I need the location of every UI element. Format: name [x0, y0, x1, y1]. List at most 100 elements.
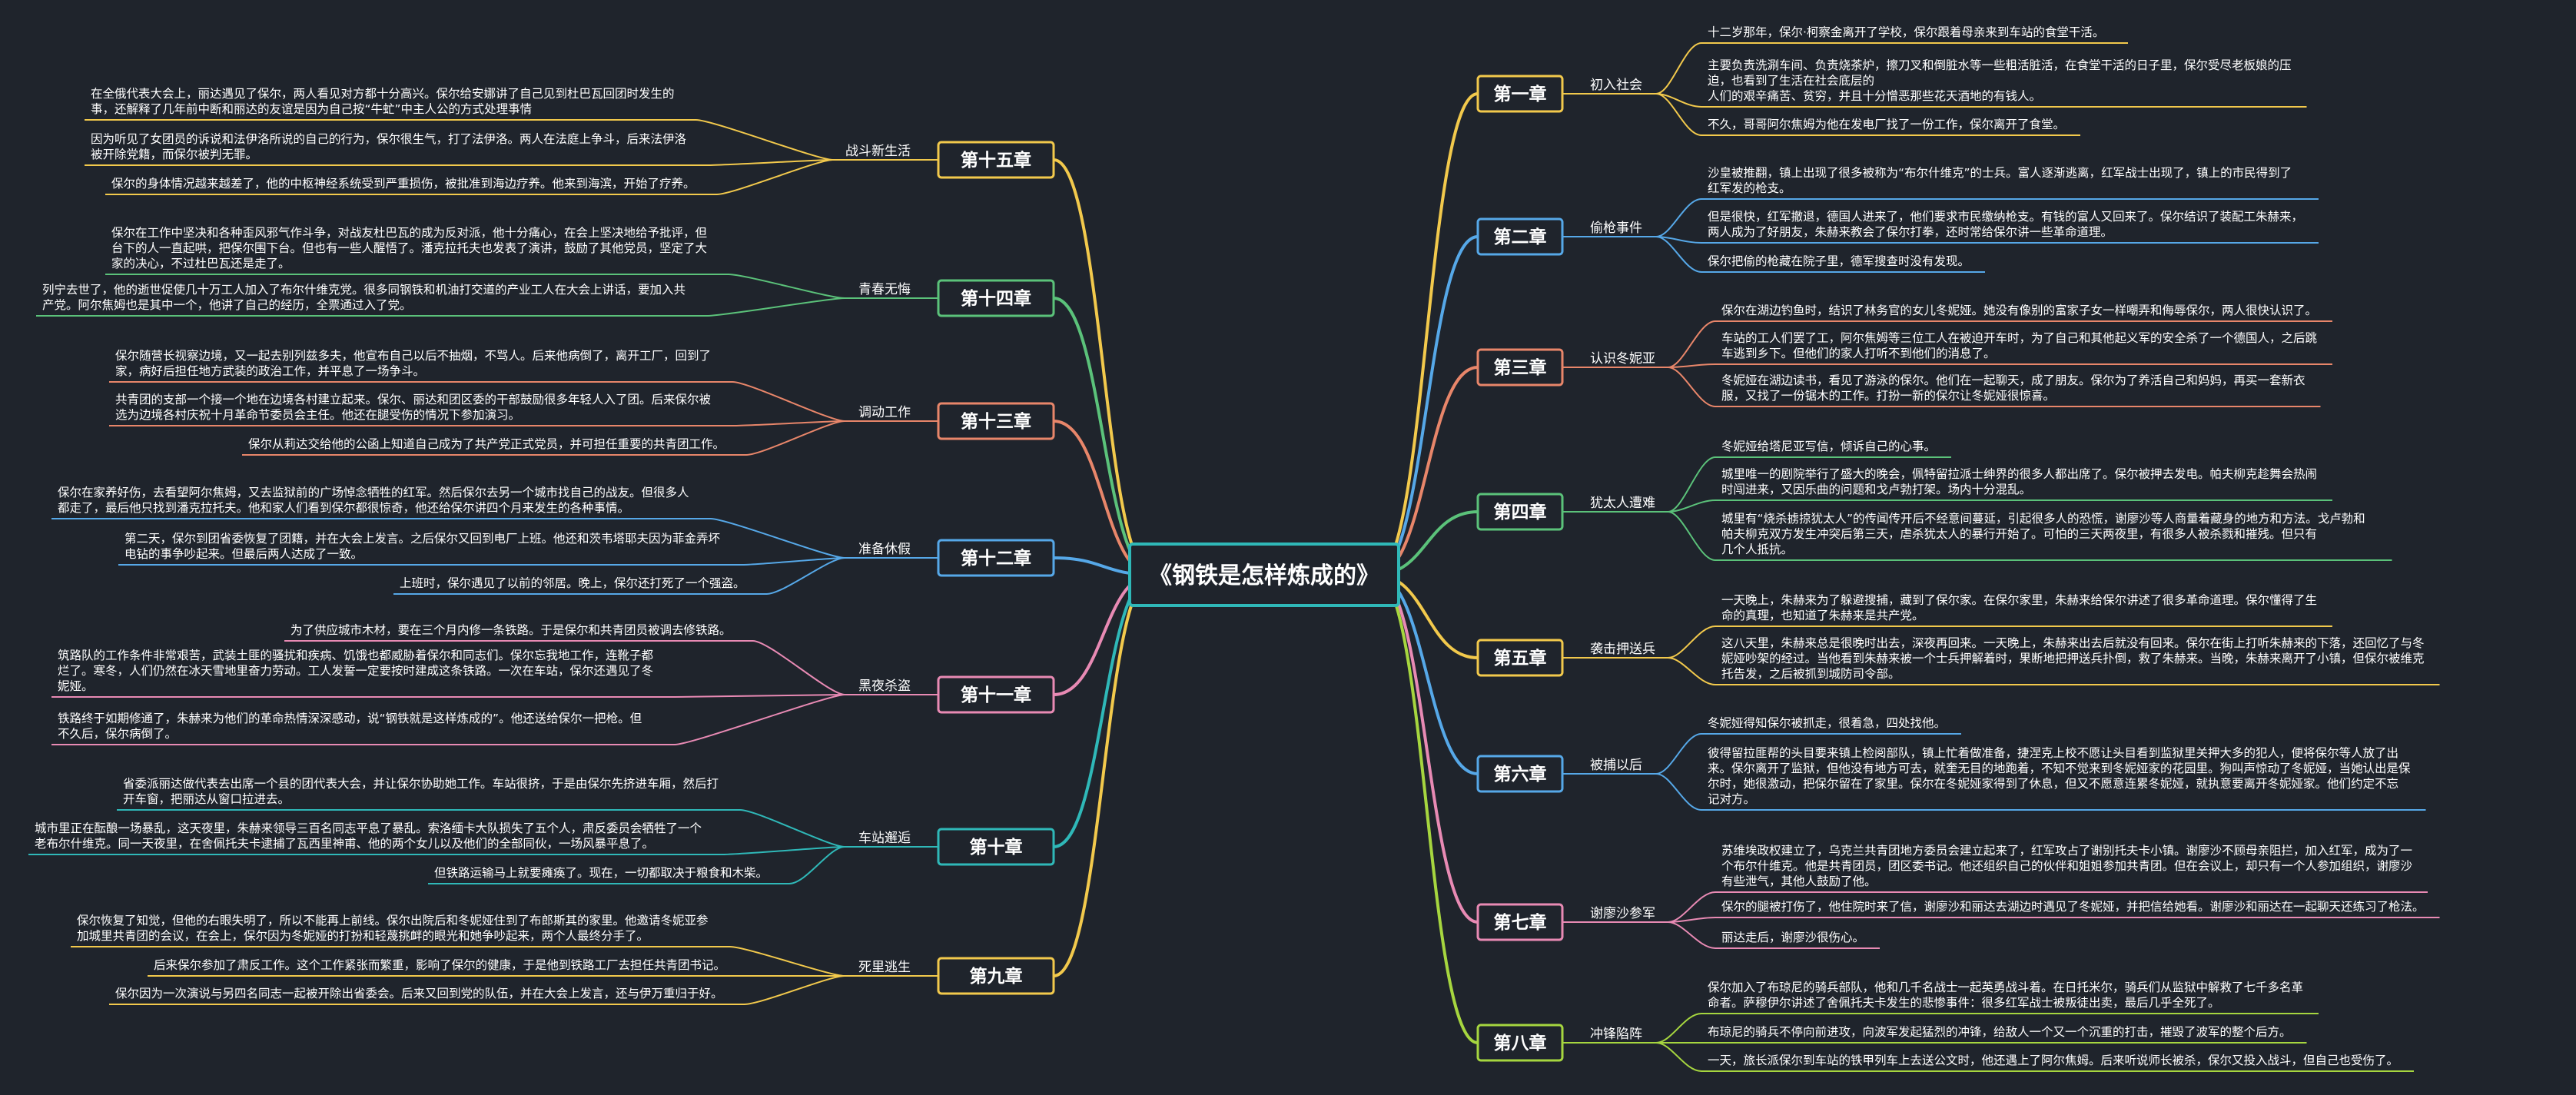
chapter-9-leaf-1[interactable]: 在全俄代表大会上，丽达遇见了保尔，两人看见对方都十分高兴。保尔给安娜讲了自己见到…	[91, 87, 675, 116]
chapter-3-leaf-2[interactable]: 车站的工人们罢了工，阿尔焦姆等三位工人在被迫开车时，为了自己和其他起义军的安全杀…	[1721, 331, 2318, 360]
chapter-1-leaf-2-line: 主要负责洗涮车间、负责烧茶炉，擦刀叉和倒脏水等一些粗活脏活，在食堂干活的日子里，…	[1708, 58, 2292, 72]
chapter-14-subtopic[interactable]: 车站邂逅	[858, 831, 911, 846]
chapter-3-leaf-1[interactable]: 保尔在湖边钓鱼时，结识了林务官的女儿冬妮娅。她没有像别的富家子女一样嘲弄和侮辱保…	[1721, 303, 2317, 317]
chapter-3-leaf-1-line: 保尔在湖边钓鱼时，结识了林务官的女儿冬妮娅。她没有像别的富家子女一样嘲弄和侮辱保…	[1721, 303, 2317, 317]
chapter-14-leaf-2[interactable]: 城市里正在酝酿一场暴乱，这天夜里，朱赫来领导三百名同志平息了暴乱。索洛缅卡大队损…	[35, 821, 702, 851]
chapter-4-leaf-3[interactable]: 城里有“烧杀掳掠犹太人”的传闻传开后不经意间蔓延，引起很多人的恐慌，谢廖沙等人商…	[1721, 511, 2365, 556]
chapter-2-leaf-1[interactable]: 沙皇被推翻，镇上出现了很多被称为“布尔什维克”的士兵。富人逐渐逃离，红军战士出现…	[1708, 166, 2292, 195]
chapter-1-leaf-1[interactable]: 十二岁那年，保尔·柯察金离开了学校，保尔跟着母亲来到车站的食堂干活。	[1708, 25, 2104, 39]
chapter-3-leaf-2-line: 车逃到乡下。但他们的家人打听不到他们的消息了。	[1721, 347, 1996, 360]
chapter-5-leaf-1-line: 一天晚上，朱赫来为了躲避搜捕，藏到了保尔家。在保尔家里，朱赫来给保尔讲述了很多革…	[1721, 593, 2317, 607]
chapter-5-leaf-2-line: 托告发，之后被抓到城防司令部。	[1721, 667, 1900, 681]
chapter-14-leaf-connector	[788, 846, 845, 884]
chapter-15-leaf-3[interactable]: 保尔因为一次演说与另四名同志一起被开除出省委会。后来又回到党的队伍，并在大会上发…	[115, 987, 723, 1000]
chapter-15-leaf-2[interactable]: 后来保尔参加了肃反工作。这个工作紧张而繁重，影响了保尔的健康，于是他到铁路工厂去…	[154, 957, 725, 972]
chapter-9-subtopic[interactable]: 战斗新生活	[845, 144, 911, 159]
chapter-7-leaf-3-line: 丽达走后，谢廖沙很伤心。	[1721, 930, 1864, 944]
chapter-8-leaf-1[interactable]: 保尔加入了布琼尼的骑兵部队，他和几千名战士一起英勇战斗着。在日托米尔，骑兵们从监…	[1708, 981, 2303, 1010]
chapter-5-leaf-1[interactable]: 一天晚上，朱赫来为了躲避搜捕，藏到了保尔家。在保尔家里，朱赫来给保尔讲述了很多革…	[1721, 593, 2317, 622]
chapter-6-leaf-1[interactable]: 冬妮娅得知保尔被抓走，很着急，四处找他。	[1708, 716, 1946, 730]
chapter-9-leaf-2[interactable]: 因为听见了女团员的诉说和法伊洛所说的自己的行为，保尔很生气，打了法伊洛。两人在法…	[91, 131, 687, 161]
root-node[interactable]: 《钢铁是怎样炼成的》	[1128, 543, 1400, 607]
chapter-4-leaf-2[interactable]: 城里唯一的剧院举行了盛大的晚会，佩特留拉派士绅界的很多人都出席了。保尔被押去发电…	[1721, 466, 2317, 496]
chapter-12-leaf-1[interactable]: 保尔在家养好伤，去看望阿尔焦姆，又去监狱前的广场悼念牺牲的红军。然后保尔去另一个…	[58, 485, 689, 515]
chapter-10-leaf-connector	[706, 297, 845, 317]
chapter-8-leaf-3-line: 一天，旅长派保尔到车站的铁甲列车上去送公文时，他还遇上了阿尔焦姆。后来听说师长被…	[1708, 1054, 2398, 1067]
chapter-10-subtopic[interactable]: 青春无悔	[858, 282, 911, 297]
chapter-13-label: 第十一章	[961, 685, 1031, 705]
chapter-1-connector	[1375, 92, 1479, 576]
chapter-4-leaf-3-line: 几个人抵抗。	[1721, 543, 1793, 556]
chapter-12-leaf-2[interactable]: 第二天，保尔到团省委恢复了团籍，并在大会上发言。之后保尔又回到电厂上班。他还和茨…	[124, 532, 721, 561]
chapter-12-subtopic[interactable]: 准备休假	[858, 542, 911, 557]
chapter-10-leaf-2[interactable]: 列宁去世了，他的逝世促使几十万工人加入了布尔什维克党。很多同钢铁和机油打交道的产…	[42, 283, 685, 312]
chapter-7-leaf-2[interactable]: 保尔的腿被打伤了，他住院时来了信，谢廖沙和丽达去湖边时遇见了冬妮娅，并把信给她看…	[1721, 899, 2425, 914]
chapter-11-subtopic[interactable]: 调动工作	[858, 405, 911, 420]
chapter-1-leaf-3[interactable]: 不久，哥哥阿尔焦姆为他在发电厂找了一份工作，保尔离开了食堂。	[1708, 118, 2065, 131]
chapter-5-leaf-connector	[1668, 657, 1716, 685]
chapter-1-subtopic[interactable]: 初入社会	[1590, 78, 1642, 93]
chapter-7-subtopic[interactable]: 谢廖沙参军	[1590, 906, 1655, 921]
chapter-9-leaf-1-line: 事，还解释了几年前中断和丽达的友谊是因为自己按“牛虻”中主人公的方式处理事情	[91, 102, 532, 116]
chapter-1-leaf-2[interactable]: 主要负责洗涮车间、负责烧茶炉，擦刀叉和倒脏水等一些粗活脏活，在食堂干活的日子里，…	[1708, 58, 2292, 103]
chapter-14-leaf-1[interactable]: 省委派丽达做代表去出席一个县的团代表大会，并让保尔协助她工作。车站很挤，于是由保…	[123, 777, 719, 806]
chapter-2-subtopic[interactable]: 偷枪事件	[1590, 221, 1642, 236]
chapter-3-leaf-connector	[1668, 367, 1716, 407]
chapter-6-leaf-2[interactable]: 彼得留拉匪帮的头目要来镇上检阅部队，镇上忙着做准备，捷涅克上校不愿让头目看到监狱…	[1708, 746, 2411, 806]
chapter-10-leaf-connector	[728, 274, 845, 299]
chapter-15-leaf-connector	[729, 946, 845, 977]
chapter-4-leaf-1[interactable]: 冬妮娅给塔尼亚写信，倾诉自己的心事。	[1721, 440, 1936, 453]
chapter-13-leaf-2[interactable]: 筑路队的工作条件非常艰苦，武装土匪的骚扰和疾病、饥饿也都威胁着保尔和同志们。保尔…	[58, 649, 653, 693]
chapter-15-leaf-3-line: 保尔因为一次演说与另四名同志一起被开除出省委会。后来又回到党的队伍，并在大会上发…	[115, 987, 723, 1000]
chapter-11-leaf-3[interactable]: 保尔从莉达交给他的公函上知道自己成为了共产党正式党员，并可担任重要的共青团工作。	[248, 437, 725, 451]
chapter-9-leaf-3[interactable]: 保尔的身体情况越来越差了，他的中枢神经系统受到严重损伤，被批准到海边疗养。他来到…	[111, 177, 695, 191]
chapter-8-leaf-1-line: 保尔加入了布琼尼的骑兵部队，他和几千名战士一起英勇战斗着。在日托米尔，骑兵们从监…	[1708, 981, 2303, 994]
chapter-13-leaf-1[interactable]: 为了供应城市木材，要在三个月内修一条铁路。于是保尔和共青团员被调去修铁路。	[290, 622, 732, 637]
chapter-11-leaf-2-line: 共青团的支部一个接一个地在边境各村建立起来。保尔、丽达和团区委的干部鼓励很多年轻…	[115, 392, 711, 406]
chapter-10-leaf-2-line: 列宁去世了，他的逝世促使几十万工人加入了布尔什维克党。很多同钢铁和机油打交道的产…	[42, 283, 685, 297]
chapter-15-leaf-1[interactable]: 保尔恢复了知觉，但他的右眼失明了，所以不能再上前线。保尔出院后和冬妮娅住到了布郎…	[77, 913, 709, 943]
chapter-8-leaf-3[interactable]: 一天，旅长派保尔到车站的铁甲列车上去送公文时，他还遇上了阿尔焦姆。后来听说师长被…	[1708, 1054, 2398, 1067]
chapter-1-leaf-2-line: 人们的艰辛痛苦、贫穷，并且十分憎恶那些花天酒地的有钱人。	[1708, 88, 2041, 103]
chapter-2-leaf-2-line: 两人成为了好朋友，朱赫来教会了保尔打拳，还时常给保尔讲一些革命道理。	[1708, 225, 2113, 239]
chapter-6-leaf-2-line: 彼得留拉匪帮的头目要来镇上检阅部队，镇上忙着做准备，捷涅克上校不愿让头目看到监狱…	[1708, 746, 2398, 760]
chapter-11-leaf-1-line: 家，病好后担任地方武装的政治工作，并平息了一场争斗。	[115, 364, 425, 378]
chapter-13-leaf-3[interactable]: 铁路终于如期修通了，朱赫来为他们的革命热情深深感动，说“钢铁就是这样炼成的”。他…	[58, 712, 642, 741]
chapter-2-leaf-1-line: 红军发的枪支。	[1708, 181, 1791, 195]
chapter-15-leaf-1-line: 保尔恢复了知觉，但他的右眼失明了，所以不能再上前线。保尔出院后和冬妮娅住到了布郎…	[77, 913, 709, 927]
chapter-2-leaf-3[interactable]: 保尔把偷的枪藏在院子里，德军搜查时没有发现。	[1708, 254, 1970, 268]
chapter-8-leaf-2[interactable]: 布琼尼的骑兵不停向前进攻，向波军发起猛烈的冲锋，给敌人一个又一个沉重的打击，摧毁…	[1708, 1025, 2292, 1039]
chapter-12-leaf-1-line: 都走了，最后他只找到潘克拉托夫。他和家人们看到保尔都很惊奇，他还给保尔讲四个月来…	[58, 501, 629, 515]
chapter-10-connector	[1053, 297, 1154, 576]
chapter-3-leaf-3-line: 服，又找了一份锯木的工作。打扮一新的保尔让冬妮娅很惊喜。	[1721, 389, 2055, 403]
chapter-7-leaf-1[interactable]: 苏维埃政权建立了，乌克兰共青团地方委员会建立起来了，红军攻占了谢别托夫卡小镇。谢…	[1721, 843, 2412, 888]
chapter-6-leaf-connector	[1655, 773, 1702, 811]
chapter-8-leaf-1-line: 命者。萨穆伊尔讲述了舍佩托夫卡发生的悲惨事件：很多红军战士被叛徒出卖，最后几乎全…	[1708, 996, 2220, 1010]
chapter-7-leaf-connector	[1668, 921, 1716, 949]
chapter-6-label: 第六章	[1494, 764, 1547, 785]
chapter-13-leaf-connector	[674, 694, 845, 745]
chapter-10-leaf-1[interactable]: 保尔在工作中坚决和各种歪风邪气作斗争，对战友杜巴瓦的成为反对派，他十分痛心，在会…	[111, 226, 707, 270]
chapter-4-subtopic[interactable]: 犹太人遭难	[1590, 496, 1655, 511]
chapter-12-label: 第十二章	[961, 548, 1031, 569]
chapter-5-subtopic[interactable]: 袭击押送兵	[1590, 642, 1655, 657]
chapter-2-leaf-1-line: 沙皇被推翻，镇上出现了很多被称为“布尔什维克”的士兵。富人逐渐逃离，红军战士出现…	[1708, 166, 2292, 180]
chapter-4-leaf-connector	[1668, 499, 1716, 513]
chapter-8-subtopic[interactable]: 冲锋陷阵	[1590, 1027, 1642, 1042]
chapter-5-leaf-2[interactable]: 这八天里，朱赫来总是很晚时出去，深夜再回来。一天晚上，朱赫来出去后就没有回来。保…	[1721, 636, 2425, 681]
chapter-15-subtopic[interactable]: 死里逃生	[858, 960, 911, 975]
chapter-14-leaf-3[interactable]: 但铁路运输马上就要瘫痪了。现在，一切都取决于粮食和木柴。	[434, 866, 768, 880]
chapter-8-leaf-connector	[1655, 1042, 1702, 1072]
chapter-3-subtopic[interactable]: 认识冬妮亚	[1590, 351, 1655, 367]
chapter-12-leaf-3[interactable]: 上班时，保尔遇见了以前的邻居。晚上，保尔还打死了一个强盗。	[400, 576, 745, 590]
chapter-13-subtopic[interactable]: 黑夜杀盗	[858, 679, 911, 694]
chapter-6-subtopic[interactable]: 被捕以后	[1590, 758, 1642, 773]
chapter-11-leaf-1-line: 保尔随营长视察边境，又一起去别列兹多夫，他宣布自己以后不抽烟，不骂人。后来他病倒…	[115, 348, 711, 363]
chapter-7-leaf-3[interactable]: 丽达走后，谢廖沙很伤心。	[1721, 930, 1864, 944]
chapter-14-connector	[1053, 573, 1154, 848]
chapter-11-leaf-1[interactable]: 保尔随营长视察边境，又一起去别列兹多夫，他宣布自己以后不抽烟，不骂人。后来他病倒…	[115, 348, 711, 378]
chapter-3-leaf-3[interactable]: 冬妮娅在湖边读书，看见了游泳的保尔。他们在一起聊天，成了朋友。保尔为了养活自己和…	[1721, 373, 2305, 403]
chapter-2-leaf-2[interactable]: 但是很快，红军撤退，德国人进来了，他们要求市民缴纳枪支。有钱的富人又回来了。保尔…	[1708, 210, 2303, 239]
chapter-7-leaf-1-line: 苏维埃政权建立了，乌克兰共青团地方委员会建立起来了，红军攻占了谢别托夫卡小镇。谢…	[1721, 843, 2412, 858]
chapter-11-leaf-2[interactable]: 共青团的支部一个接一个地在边境各村建立起来。保尔、丽达和团区委的干部鼓励很多年轻…	[115, 392, 711, 422]
